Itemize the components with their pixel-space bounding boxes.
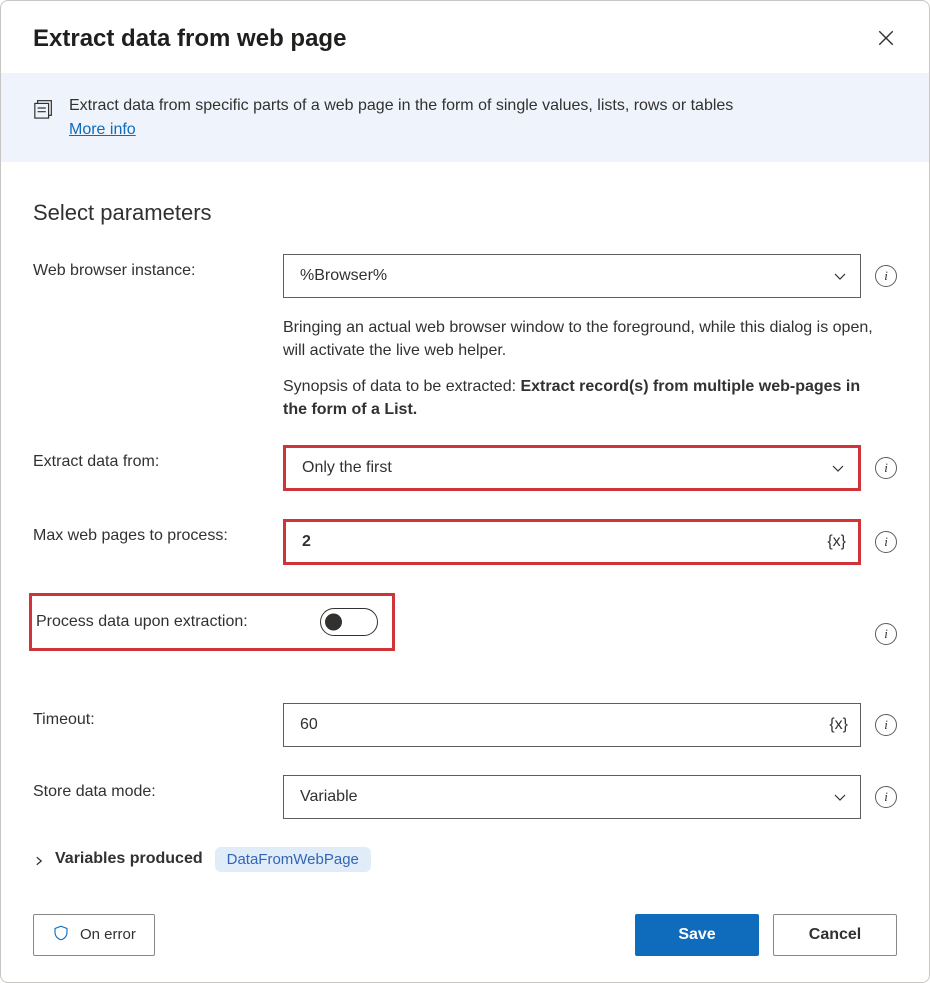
dialog-header: Extract data from web page (1, 1, 929, 73)
info-icon[interactable]: i (875, 786, 897, 808)
web-browser-instance-value: %Browser% (300, 267, 387, 285)
row-timeout: Timeout: 60 {x} i (33, 703, 897, 747)
label-extract-data-from: Extract data from: (33, 445, 283, 471)
process-data-toggle[interactable] (320, 608, 378, 636)
chevron-down-icon (830, 460, 846, 476)
chevron-down-icon (832, 268, 848, 284)
label-web-browser-instance: Web browser instance: (33, 254, 283, 280)
toggle-knob (325, 613, 342, 630)
row-extract-data-from: Extract data from: Only the first i (33, 445, 897, 491)
variables-produced-label: Variables produced (55, 850, 203, 868)
insert-variable-icon[interactable]: {x} (827, 533, 846, 551)
on-error-label: On error (80, 926, 136, 943)
max-pages-input[interactable]: 2 {x} (283, 519, 861, 565)
extract-data-icon (33, 97, 55, 119)
store-mode-value: Variable (300, 788, 358, 806)
label-store-mode: Store data mode: (33, 775, 283, 801)
shield-icon (52, 924, 70, 946)
label-max-pages: Max web pages to process: (33, 519, 283, 545)
label-timeout: Timeout: (33, 703, 283, 729)
store-mode-select[interactable]: Variable (283, 775, 861, 819)
variables-produced-row[interactable]: Variables produced DataFromWebPage (33, 847, 897, 872)
info-icon[interactable]: i (875, 531, 897, 553)
max-pages-value: 2 (302, 533, 827, 551)
web-browser-instance-select[interactable]: %Browser% (283, 254, 861, 298)
label-process-data: Process data upon extraction: (32, 613, 284, 631)
banner-body: Extract data from specific parts of a we… (69, 95, 733, 140)
save-label: Save (678, 926, 715, 944)
extract-data-from-value: Only the first (302, 459, 392, 477)
more-info-link[interactable]: More info (69, 119, 136, 141)
info-icon[interactable]: i (875, 623, 897, 645)
timeout-value: 60 (300, 716, 829, 734)
chevron-right-icon (33, 854, 43, 864)
process-data-highlight: Process data upon extraction: (29, 593, 395, 651)
info-icon[interactable]: i (875, 457, 897, 479)
timeout-input[interactable]: 60 {x} (283, 703, 861, 747)
banner-text: Extract data from specific parts of a we… (69, 97, 733, 114)
section-heading: Select parameters (33, 200, 897, 226)
row-web-browser-instance: Web browser instance: %Browser% i (33, 254, 897, 298)
variable-chip[interactable]: DataFromWebPage (215, 847, 371, 872)
dialog-content: Select parameters Web browser instance: … (1, 162, 929, 896)
dialog-title: Extract data from web page (33, 25, 346, 53)
close-icon[interactable] (877, 29, 897, 49)
row-process-data: Process data upon extraction: i (33, 593, 897, 675)
row-max-pages: Max web pages to process: 2 {x} i (33, 519, 897, 565)
help-line2-prefix: Synopsis of data to be extracted: (283, 378, 520, 395)
row-store-mode: Store data mode: Variable i (33, 775, 897, 819)
info-icon[interactable]: i (875, 265, 897, 287)
cancel-label: Cancel (809, 926, 861, 944)
info-banner: Extract data from specific parts of a we… (1, 73, 929, 162)
save-button[interactable]: Save (635, 914, 759, 956)
dialog-footer: On error Save Cancel (1, 896, 929, 982)
dialog: Extract data from web page Extract data … (0, 0, 930, 983)
extract-data-from-select[interactable]: Only the first (283, 445, 861, 491)
help-text-block: Bringing an actual web browser window to… (33, 316, 888, 421)
help-line2: Synopsis of data to be extracted: Extrac… (283, 375, 888, 421)
chevron-down-icon (832, 789, 848, 805)
insert-variable-icon[interactable]: {x} (829, 716, 848, 734)
on-error-button[interactable]: On error (33, 914, 155, 956)
cancel-button[interactable]: Cancel (773, 914, 897, 956)
help-line1: Bringing an actual web browser window to… (283, 316, 888, 362)
info-icon[interactable]: i (875, 714, 897, 736)
